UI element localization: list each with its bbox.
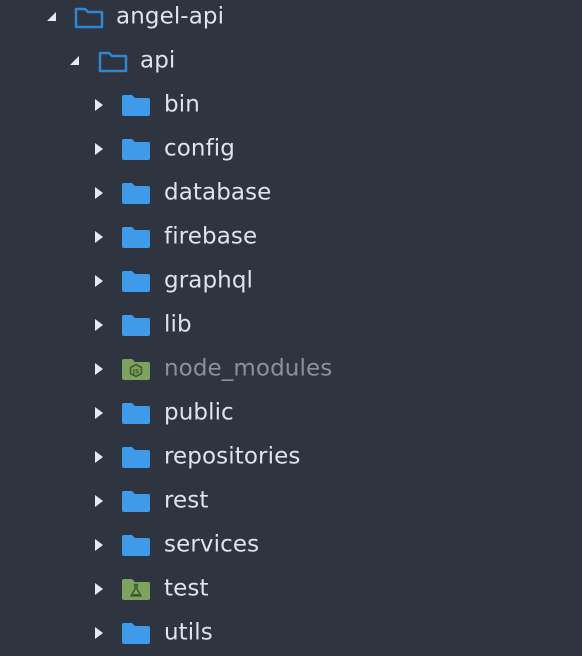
collapsed-arrow-icon[interactable] — [91, 537, 107, 553]
collapsed-arrow-icon[interactable] — [91, 273, 107, 289]
tree-item-test[interactable]: test — [0, 567, 582, 611]
folder-icon — [121, 445, 151, 469]
tree-item-utils[interactable]: utils — [0, 611, 582, 655]
collapsed-arrow-icon[interactable] — [91, 361, 107, 377]
tree-item-label: graphql — [164, 267, 254, 294]
tree-item-angel-api[interactable]: angel-api — [0, 0, 582, 39]
folder-icon — [121, 313, 151, 337]
tree-item-config[interactable]: config — [0, 127, 582, 171]
flask-folder-icon — [121, 577, 151, 601]
tree-item-label: lib — [164, 311, 192, 338]
tree-item-label: rest — [164, 487, 209, 514]
tree-item-node-modules[interactable]: JS node_modules — [0, 347, 582, 391]
tree-item-rest[interactable]: rest — [0, 479, 582, 523]
tree-item-label: services — [164, 531, 260, 558]
svg-text:JS: JS — [132, 368, 140, 375]
tree-item-label: api — [140, 47, 176, 74]
tree-item-services[interactable]: services — [0, 523, 582, 567]
tree-item-graphql[interactable]: graphql — [0, 259, 582, 303]
collapsed-arrow-icon[interactable] — [91, 185, 107, 201]
collapsed-arrow-icon[interactable] — [91, 449, 107, 465]
folder-icon — [121, 489, 151, 513]
tree-item-label: firebase — [164, 223, 258, 250]
folder-icon — [121, 93, 151, 117]
folder-icon — [121, 181, 151, 205]
folder-open-icon — [98, 49, 128, 73]
tree-item-label: public — [164, 399, 234, 426]
collapsed-arrow-icon[interactable] — [91, 405, 107, 421]
collapsed-arrow-icon[interactable] — [91, 141, 107, 157]
tree-item-repositories[interactable]: repositories — [0, 435, 582, 479]
tree-item-bin[interactable]: bin — [0, 83, 582, 127]
folder-icon — [121, 137, 151, 161]
tree-item-label: angel-api — [116, 3, 225, 30]
tree-item-label: node_modules — [164, 355, 333, 382]
tree-item-firebase[interactable]: firebase — [0, 215, 582, 259]
tree-item-label: bin — [164, 91, 200, 118]
nodejs-folder-icon: JS — [121, 357, 151, 381]
folder-icon — [121, 401, 151, 425]
tree-item-label: utils — [164, 619, 213, 646]
folder-icon — [121, 533, 151, 557]
collapsed-arrow-icon[interactable] — [91, 625, 107, 641]
folder-icon — [121, 225, 151, 249]
expanded-arrow-icon[interactable] — [44, 9, 60, 25]
tree-item-public[interactable]: public — [0, 391, 582, 435]
collapsed-arrow-icon[interactable] — [91, 97, 107, 113]
folder-open-icon — [74, 5, 104, 29]
folder-icon — [121, 621, 151, 645]
collapsed-arrow-icon[interactable] — [91, 493, 107, 509]
tree-item-database[interactable]: database — [0, 171, 582, 215]
file-tree: angel-api api bin config database fireba… — [0, 0, 582, 656]
collapsed-arrow-icon[interactable] — [91, 317, 107, 333]
collapsed-arrow-icon[interactable] — [91, 229, 107, 245]
tree-item-api[interactable]: api — [0, 39, 582, 83]
tree-item-label: repositories — [164, 443, 301, 470]
folder-icon — [121, 269, 151, 293]
collapsed-arrow-icon[interactable] — [91, 581, 107, 597]
tree-item-label: test — [164, 575, 209, 602]
tree-item-lib[interactable]: lib — [0, 303, 582, 347]
tree-item-label: database — [164, 179, 272, 206]
tree-item-label: config — [164, 135, 235, 162]
expanded-arrow-icon[interactable] — [67, 53, 83, 69]
